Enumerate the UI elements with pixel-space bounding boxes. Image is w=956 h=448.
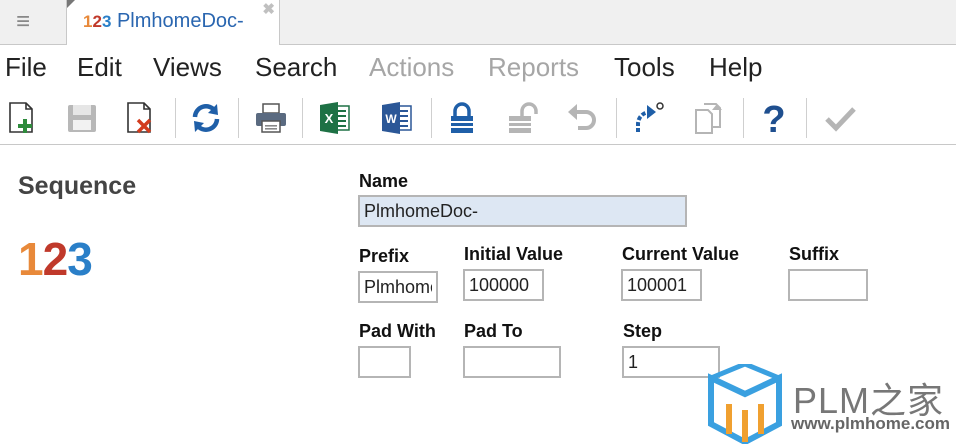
watermark: PLM之家 www.plmhome.com bbox=[705, 362, 956, 448]
menu-views[interactable]: Views bbox=[153, 52, 222, 83]
tab-title: 123 PlmhomeDoc- bbox=[83, 10, 244, 33]
copy-icon[interactable] bbox=[688, 98, 728, 138]
pad-with-label: Pad With bbox=[359, 321, 436, 341]
prefix-label: Prefix bbox=[359, 246, 410, 266]
item-type-label: Sequence bbox=[18, 172, 137, 200]
help-symbol: ? bbox=[762, 100, 785, 136]
tab-sequence-logo-icon: 123 bbox=[83, 12, 112, 31]
prefix-field[interactable] bbox=[358, 271, 438, 303]
initial-value-field[interactable] bbox=[463, 269, 544, 301]
menu-file[interactable]: File bbox=[5, 52, 47, 83]
toolbar-separator bbox=[616, 98, 617, 138]
save-icon[interactable] bbox=[62, 98, 102, 138]
toolbar-separator bbox=[743, 98, 744, 138]
toolbar-separator bbox=[302, 98, 303, 138]
name-field[interactable] bbox=[358, 195, 687, 227]
lock-icon[interactable] bbox=[442, 98, 482, 138]
menu-bar: File Edit Views Search Actions Reports T… bbox=[0, 46, 956, 90]
menu-edit[interactable]: Edit bbox=[77, 52, 122, 83]
sequence-logo-icon: 123 bbox=[18, 233, 93, 285]
name-label: Name bbox=[359, 171, 409, 191]
tab-corner-marker bbox=[67, 0, 75, 8]
toolbar-separator bbox=[806, 98, 807, 138]
pad-to-label: Pad To bbox=[464, 321, 523, 341]
new-item-icon[interactable] bbox=[2, 98, 42, 138]
current-value-label: Current Value bbox=[622, 244, 740, 264]
word-icon[interactable]: W bbox=[377, 98, 417, 138]
refresh-icon[interactable] bbox=[186, 98, 226, 138]
menu-search[interactable]: Search bbox=[255, 52, 337, 83]
menu-actions[interactable]: Actions bbox=[369, 52, 454, 83]
promote-icon[interactable] bbox=[628, 98, 668, 138]
plm-logo-icon bbox=[708, 364, 782, 444]
suffix-field[interactable] bbox=[788, 269, 868, 301]
close-icon[interactable]: ✖ bbox=[262, 0, 275, 18]
document-tab[interactable]: 123 PlmhomeDoc- ✖ bbox=[66, 0, 280, 45]
current-value-field[interactable] bbox=[621, 269, 702, 301]
undo-icon[interactable] bbox=[562, 98, 602, 138]
pad-to-field[interactable] bbox=[463, 346, 561, 378]
watermark-url: www.plmhome.com bbox=[791, 414, 951, 433]
excel-letter: X bbox=[325, 111, 334, 126]
pad-with-field[interactable] bbox=[358, 346, 411, 378]
toolbar: X W ? bbox=[0, 92, 956, 145]
excel-icon[interactable]: X bbox=[315, 98, 355, 138]
suffix-label: Suffix bbox=[789, 244, 840, 264]
hamburger-menu-icon[interactable]: ≡ bbox=[10, 10, 36, 34]
menu-reports[interactable]: Reports bbox=[488, 52, 579, 83]
menu-tools[interactable]: Tools bbox=[614, 52, 675, 83]
tab-bar: ≡ 123 PlmhomeDoc- ✖ bbox=[0, 0, 956, 45]
unlock-icon[interactable] bbox=[502, 98, 542, 138]
check-icon[interactable] bbox=[820, 98, 860, 138]
step-label: Step bbox=[623, 321, 663, 341]
menu-help[interactable]: Help bbox=[709, 52, 762, 83]
toolbar-separator bbox=[431, 98, 432, 138]
help-icon[interactable]: ? bbox=[754, 98, 794, 138]
toolbar-separator bbox=[238, 98, 239, 138]
tab-title-text: PlmhomeDoc- bbox=[116, 10, 244, 32]
delete-icon[interactable] bbox=[120, 98, 160, 138]
toolbar-separator bbox=[175, 98, 176, 138]
initial-value-label: Initial Value bbox=[464, 244, 564, 264]
print-icon[interactable] bbox=[251, 98, 291, 138]
word-letter: W bbox=[385, 112, 397, 126]
